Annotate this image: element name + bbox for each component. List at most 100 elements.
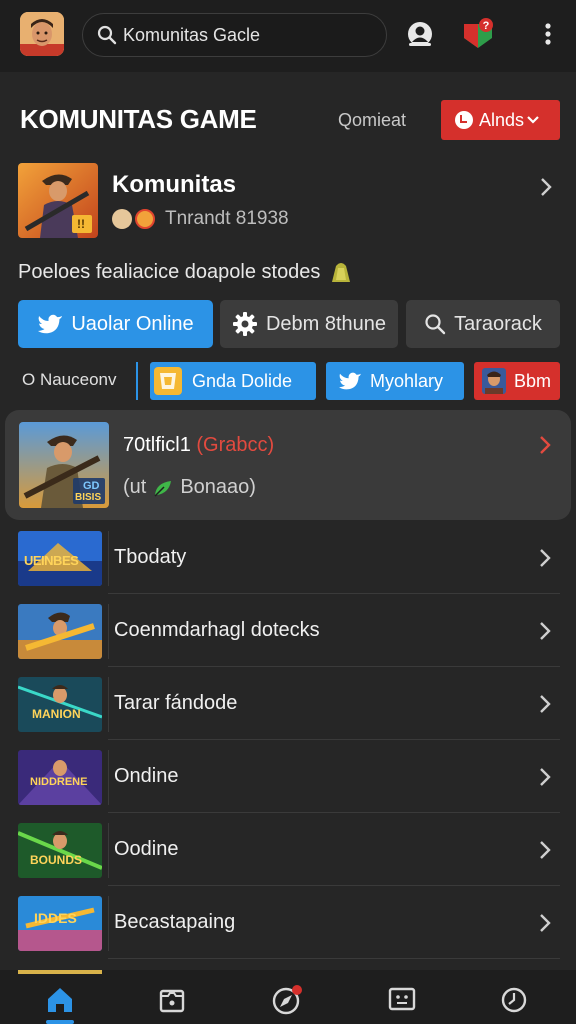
chevron-right-icon[interactable] — [538, 176, 554, 198]
more-vertical-icon[interactable] — [530, 16, 566, 52]
filter-chip-1[interactable]: Gnda Dolide — [150, 362, 316, 400]
search-icon — [425, 314, 446, 335]
list-item-label: Becastapaing — [114, 911, 236, 933]
list-thumbnail: NIDDRENE — [18, 750, 102, 805]
list-item-label: Ondine — [114, 765, 179, 787]
list-divider — [108, 896, 109, 951]
list-divider — [108, 604, 109, 659]
featured-title-accent: (Grabcc) — [196, 434, 275, 456]
list-thumb-text: NIDDRENE — [30, 776, 88, 788]
filter-chip-3-label: Bbm — [514, 370, 552, 391]
list-separator — [108, 958, 560, 959]
search-input[interactable] — [123, 22, 373, 48]
featured-subtitle-prefix: (ut — [123, 476, 147, 498]
list-divider — [108, 750, 109, 805]
bag-icon — [332, 263, 351, 282]
chevron-right-icon — [540, 768, 551, 786]
filter-chip-1-label: Gnda Dolide — [192, 370, 293, 391]
avatar-image — [20, 12, 64, 56]
settings-button[interactable]: Debm 8thune — [220, 300, 398, 348]
featured-title-text: 70tlficl1 — [123, 434, 191, 456]
community-meta: Tnrandt 81938 — [112, 208, 289, 230]
list-divider — [108, 823, 109, 878]
page-title: KOMUNITAS GAME — [20, 104, 257, 134]
header-action-button[interactable]: Alnds — [441, 100, 560, 140]
chevron-right-icon — [540, 695, 551, 713]
angry-emoji-icon — [135, 209, 155, 229]
chevron-right-icon — [540, 841, 551, 859]
list-item[interactable]: UEINBES Tbodaty — [0, 521, 576, 594]
featured-thumb-text-1: GD — [83, 480, 100, 492]
top-bar: ? — [0, 0, 576, 72]
list-item-label: Oodine — [114, 838, 179, 860]
game-badge-icon — [154, 367, 182, 395]
chevron-right-icon — [540, 914, 551, 932]
clock-icon[interactable] — [498, 984, 530, 1016]
featured-thumb-text-2: BISIS — [75, 492, 102, 503]
header-link[interactable]: Qomieat — [338, 110, 406, 131]
community-thumbnail[interactable]: !! — [18, 163, 98, 238]
list-item-label: Tbodaty — [114, 546, 187, 568]
avatar[interactable] — [20, 12, 64, 56]
check-circle-icon — [455, 111, 473, 129]
compass-icon[interactable] — [270, 984, 302, 1016]
inbox-icon[interactable] — [156, 984, 188, 1016]
list-thumbnail: UEINBES — [18, 531, 102, 586]
search-icon — [97, 25, 117, 45]
chevron-right-icon — [540, 549, 551, 567]
community-description-text: Poeloes fealiacice doapole stodes — [18, 260, 321, 283]
list-thumbnail — [18, 604, 102, 659]
face-emoji-icon — [112, 209, 132, 229]
header-action-label: Alnds — [479, 109, 525, 130]
featured-thumbnail: GD BISIS — [19, 422, 109, 508]
list-item-label: Coenmdarhagl dotecks — [114, 619, 320, 641]
list-thumb-text: BOUNDS — [30, 853, 83, 867]
list-thumb-text: MANION — [32, 707, 81, 721]
list-thumbnail: MANION — [18, 677, 102, 732]
online-button-label: Uaolar Online — [71, 312, 194, 335]
settings-button-label: Debm 8thune — [265, 312, 387, 335]
svg-text:?: ? — [483, 20, 490, 32]
list-thumbnail-peek — [18, 970, 102, 974]
chevron-right-icon — [540, 622, 551, 640]
search-button-label: Taraorack — [454, 312, 542, 335]
list-divider — [108, 677, 109, 732]
flag-icon[interactable]: ? — [460, 16, 496, 52]
list-item[interactable]: MANION Tarar fándode — [0, 667, 576, 740]
search-button[interactable]: Taraorack — [406, 300, 560, 348]
featured-title: 70tlficl1 (Grabcc) — [123, 434, 274, 457]
list-thumb-text: IDDES — [34, 910, 77, 926]
list-thumbnail: IDDES — [18, 896, 102, 951]
gear-icon — [232, 312, 257, 336]
chat-icon[interactable] — [386, 984, 418, 1016]
featured-subtitle: (ut Bonaao) — [123, 476, 256, 499]
filter-chip-2-label: Myohlary — [370, 370, 444, 391]
chevron-right-icon — [540, 436, 551, 454]
community-meta-text: Tnrandt 81938 — [165, 208, 289, 229]
game-avatar-icon — [482, 368, 506, 394]
active-tab-indicator — [46, 1020, 74, 1024]
list-item[interactable]: IDDES Becastapaing — [0, 886, 576, 959]
filter-chip-plain[interactable]: O Nauceonv — [22, 370, 117, 390]
home-icon[interactable] — [44, 984, 76, 1016]
list-item[interactable]: Coenmdarhagl dotecks — [0, 594, 576, 667]
list-thumbnail: BOUNDS — [18, 823, 102, 878]
search-bar[interactable] — [82, 13, 387, 57]
list-item[interactable]: NIDDRENE Ondine — [0, 740, 576, 813]
list-item-label: Tarar fándode — [114, 692, 238, 714]
twitter-bird-icon — [339, 372, 361, 390]
filter-chip-2[interactable]: Myohlary — [326, 362, 464, 400]
community-thumbnail-art — [18, 163, 98, 238]
twitter-bird-icon — [38, 314, 63, 334]
leaf-icon — [154, 480, 172, 497]
user-icon[interactable] — [402, 16, 438, 52]
featured-item[interactable]: GD BISIS 70tlficl1 (Grabcc) (ut Bonaao) — [5, 410, 571, 520]
filter-chip-3[interactable]: Bbm — [474, 362, 560, 400]
community-description: Poeloes fealiacice doapole stodes — [18, 260, 354, 284]
bottom-navigation — [0, 970, 576, 1024]
list-divider — [108, 531, 109, 586]
community-name: Komunitas — [112, 171, 237, 198]
list-item[interactable]: BOUNDS Oodine — [0, 813, 576, 886]
community-badge: !! — [77, 217, 85, 231]
online-button[interactable]: Uaolar Online — [18, 300, 213, 348]
